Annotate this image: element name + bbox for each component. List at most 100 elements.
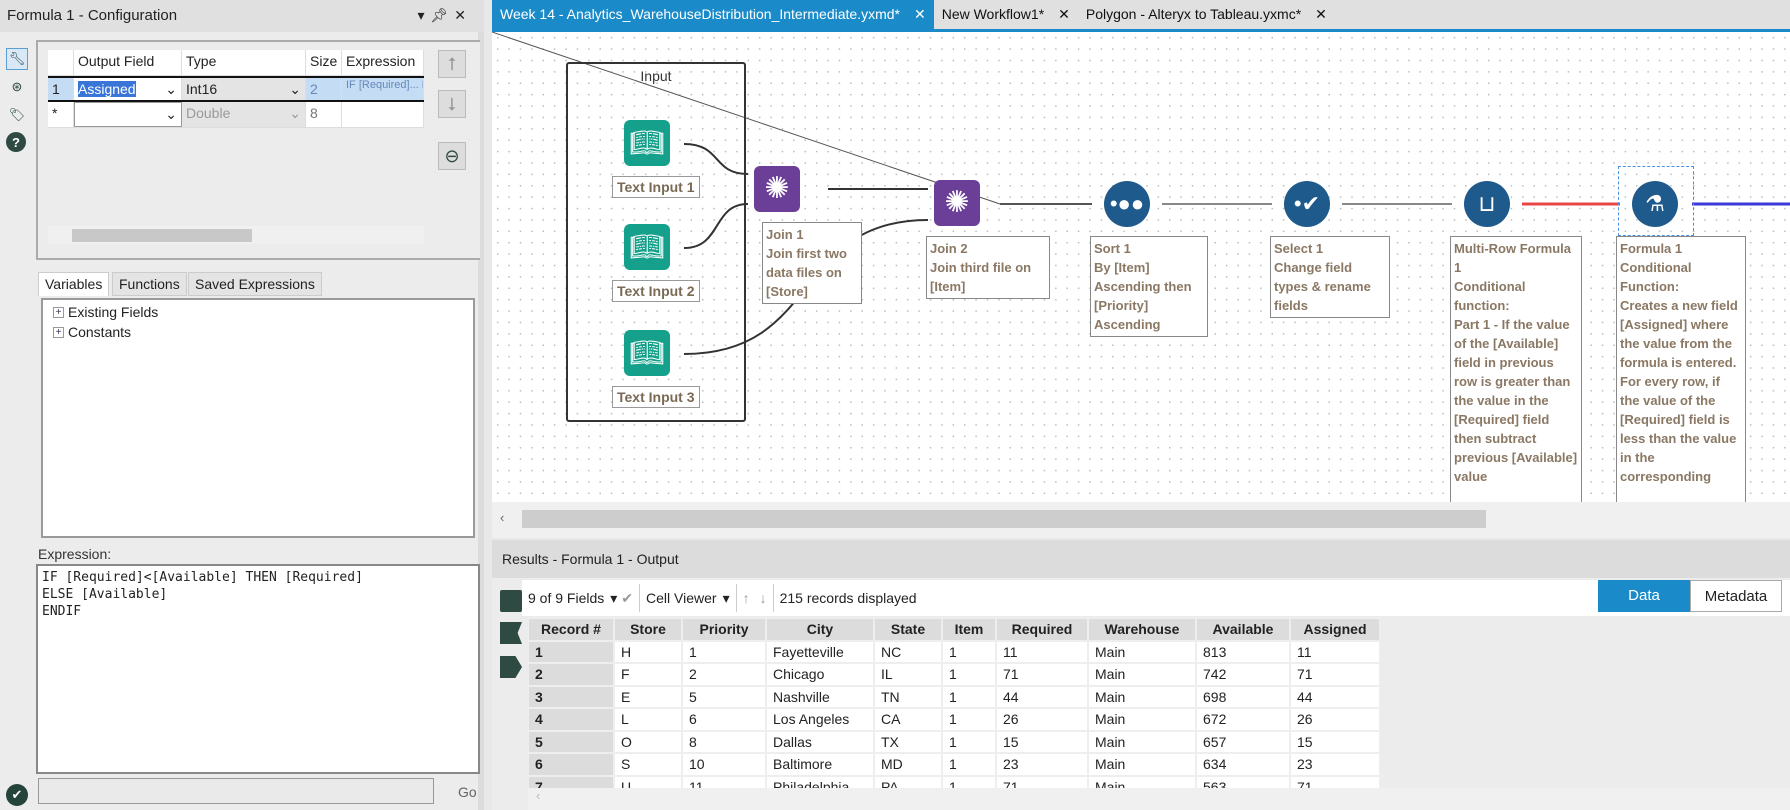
arrow-down-icon[interactable]: ↓	[760, 590, 767, 606]
tag-icon[interactable]: 🏷︎	[6, 104, 28, 126]
tab-variables[interactable]: Variables	[38, 272, 110, 296]
table-cell: 44	[996, 685, 1088, 708]
fields-selector[interactable]: 9 of 9 Fields	[528, 590, 604, 606]
formula-table-header: Output Field Type Size Expression	[48, 50, 424, 76]
output-field-select[interactable]: Assigned ⌄	[74, 78, 182, 100]
annotation-icon[interactable]: ⊛	[6, 76, 28, 98]
column-header[interactable]: Store	[614, 618, 682, 641]
dropdown-icon[interactable]: ▾	[723, 590, 730, 607]
table-row[interactable]: 2 F 2 Chicago IL 1 71 Main 742 71	[528, 663, 1380, 686]
table-cell: Main	[1088, 640, 1196, 663]
table-cell: Baltimore	[766, 753, 874, 776]
horizontal-scrollbar[interactable]	[48, 226, 424, 244]
output-icon[interactable]	[500, 656, 522, 678]
table-row[interactable]: 5 O 8 Dallas TX 1 15 Main 657 15	[528, 730, 1380, 753]
table-row[interactable]: 1 H 1 Fayetteville NC 1 11 Main 813 11	[528, 640, 1380, 663]
multi-row-formula-tool[interactable]: ⊔	[1464, 181, 1510, 227]
tab-functions[interactable]: Functions	[112, 272, 187, 296]
go-button[interactable]: Go	[458, 784, 477, 800]
pin-icon[interactable]: 📌︎	[430, 7, 448, 24]
table-row[interactable]: 3 E 5 Nashville TN 1 44 Main 698 44	[528, 685, 1380, 708]
arrow-up-icon[interactable]: ↑	[743, 590, 750, 606]
output-field-select[interactable]: ⌄	[74, 102, 182, 127]
table-cell: Main	[1088, 708, 1196, 731]
table-cell: 3	[528, 685, 614, 708]
column-header[interactable]: Item	[942, 618, 996, 641]
table-cell: 1	[942, 753, 996, 776]
tab-week14[interactable]: Week 14 - Analytics_WarehouseDistributio…	[492, 0, 934, 29]
dropdown-icon[interactable]: ▾	[417, 7, 424, 24]
column-header[interactable]: Assigned	[1290, 618, 1380, 641]
delete-button[interactable]: ⊖	[438, 142, 466, 170]
column-header[interactable]: State	[874, 618, 942, 641]
type-select[interactable]: Double ⌄	[182, 102, 306, 127]
column-header[interactable]: Available	[1196, 618, 1290, 641]
chevron-down-icon: ⌄	[165, 106, 177, 122]
chevron-down-icon: ⌄	[289, 81, 301, 97]
cell-viewer-select[interactable]: Cell Viewer	[646, 590, 717, 606]
column-header[interactable]: Required	[996, 618, 1088, 641]
wrench-icon[interactable]: 🔧︎	[6, 48, 28, 70]
sort-1-tool[interactable]: •●●	[1104, 181, 1150, 227]
tab-polygon[interactable]: Polygon - Alteryx to Tableau.yxmc* ✕	[1078, 0, 1335, 29]
tree-item-existing-fields[interactable]: + Existing Fields	[53, 302, 463, 322]
formula-row-new[interactable]: * ⌄ Double ⌄ 8	[48, 102, 424, 128]
workflow-canvas[interactable]: Input 📖︎ Text Input 1 📖︎ Text Input 2 📖︎…	[492, 32, 1790, 502]
help-icon[interactable]: ?	[6, 132, 26, 152]
canvas-scrollbar[interactable]: ‹	[492, 502, 1790, 538]
table-cell: 71	[996, 663, 1088, 686]
close-icon[interactable]: ✕	[1058, 0, 1070, 29]
panel-title: Formula 1 - Configuration	[0, 0, 484, 32]
table-cell: 11	[996, 640, 1088, 663]
configuration-panel: Formula 1 - Configuration ▾ 📌︎ ✕ 🔧︎ ⊛ 🏷︎…	[0, 0, 484, 810]
expand-icon[interactable]: +	[53, 326, 64, 338]
expression-label: Expression:	[38, 546, 112, 562]
close-icon[interactable]: ✕	[914, 0, 926, 29]
text-input-3-tool[interactable]: 📖︎	[624, 330, 670, 376]
join-1-tool[interactable]: ✺	[754, 166, 800, 212]
multi-row-annotation: Multi-Row Formula 1 Conditional function…	[1450, 236, 1582, 502]
select-1-annotation: Select 1 Change field types & rename fie…	[1270, 236, 1390, 318]
check-icon[interactable]: ✔	[621, 590, 633, 607]
join-2-tool[interactable]: ✺	[934, 180, 980, 226]
column-header[interactable]: Record #	[528, 618, 614, 641]
list-icon[interactable]	[500, 590, 522, 612]
column-header[interactable]: Priority	[682, 618, 766, 641]
scroll-left-icon[interactable]: ‹	[500, 510, 504, 525]
tab-new-workflow1[interactable]: New Workflow1* ✕	[934, 0, 1078, 29]
table-cell: Los Angeles	[766, 708, 874, 731]
table-row[interactable]: 4 L 6 Los Angeles CA 1 26 Main 672 26	[528, 708, 1380, 731]
table-cell: 1	[942, 640, 996, 663]
join-2-annotation: Join 2 Join third file on [Item]	[926, 236, 1050, 299]
expand-icon[interactable]: +	[53, 306, 64, 318]
move-down-button[interactable]: ⭣	[438, 90, 466, 118]
formula-row[interactable]: 1 Assigned⌄ Int16⌄ 2 IF [Required]... EL…	[48, 76, 424, 102]
formula-1-tool[interactable]: ⚗	[1632, 181, 1678, 227]
move-up-button[interactable]: ⭡	[438, 50, 466, 78]
table-cell: 5	[682, 685, 766, 708]
close-icon[interactable]: ✕	[454, 7, 466, 24]
config-iconbar: 🔧︎ ⊛ 🏷︎ ?	[0, 34, 34, 810]
column-header[interactable]: City	[766, 618, 874, 641]
table-cell: 44	[1290, 685, 1380, 708]
metadata-toggle-button[interactable]: Metadata	[1690, 580, 1782, 612]
go-input[interactable]	[38, 778, 434, 804]
table-cell: CA	[874, 708, 942, 731]
text-input-1-tool[interactable]: 📖︎	[624, 120, 670, 166]
text-input-2-tool[interactable]: 📖︎	[624, 224, 670, 270]
results-scrollbar[interactable]: ‹	[528, 788, 1790, 810]
table-cell: 6	[682, 708, 766, 731]
dropdown-icon[interactable]: ▾	[610, 590, 617, 607]
column-header[interactable]: Warehouse	[1088, 618, 1196, 641]
expression-editor[interactable]: IF [Required]<[Available] THEN [Required…	[36, 564, 480, 774]
formula-1-annotation: Formula 1 Conditional Function: Creates …	[1616, 236, 1746, 502]
select-1-tool[interactable]: •✔	[1284, 181, 1330, 227]
tree-item-constants[interactable]: + Constants	[53, 322, 463, 342]
table-row[interactable]: 6 S 10 Baltimore MD 1 23 Main 634 23	[528, 753, 1380, 776]
data-toggle-button[interactable]: Data	[1598, 580, 1690, 612]
type-select[interactable]: Int16 ⌄	[182, 78, 306, 100]
close-icon[interactable]: ✕	[1315, 0, 1327, 29]
records-count: 215 records displayed	[779, 590, 917, 606]
tab-saved-expressions[interactable]: Saved Expressions	[188, 272, 322, 296]
tag-icon[interactable]	[500, 622, 522, 644]
